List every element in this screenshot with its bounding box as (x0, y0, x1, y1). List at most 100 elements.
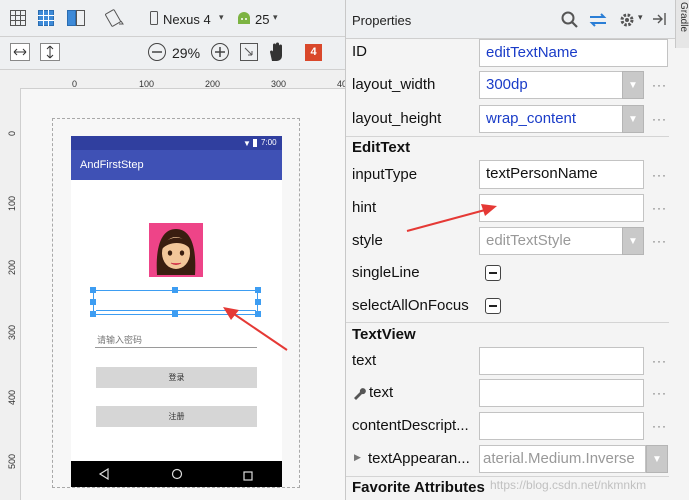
prop-label-text: text (352, 352, 377, 369)
avatar-image[interactable] (149, 223, 203, 277)
design-view-icon[interactable] (10, 10, 26, 26)
panel-title: Properties (352, 13, 412, 28)
orientation-icon[interactable] (103, 9, 125, 27)
gradle-side-tab[interactable]: Gradle (675, 0, 689, 48)
ruler-label: 300 (7, 324, 17, 340)
resize-handle[interactable] (90, 311, 96, 317)
select-all-checkbox[interactable] (485, 298, 501, 314)
style-select[interactable]: editTextStyle (479, 227, 623, 255)
swap-view-icon[interactable] (588, 11, 608, 29)
status-time: 7:00 (261, 138, 277, 147)
chevron-down-icon: ▼ (628, 80, 638, 91)
search-icon[interactable] (561, 11, 579, 29)
zoom-in-icon[interactable] (210, 42, 230, 62)
divider (346, 476, 669, 477)
pan-hand-icon[interactable] (268, 41, 286, 63)
style-dropdown[interactable]: ▼ (622, 227, 644, 255)
input-type-field[interactable]: textPersonName (479, 160, 644, 189)
expand-horizontal-icon[interactable] (10, 43, 30, 61)
chevron-down-icon: ▼ (628, 236, 638, 247)
battery-icon (253, 139, 257, 147)
chevron-down-icon: ▾ (638, 12, 643, 22)
api-level-selector[interactable]: 25 (255, 12, 269, 27)
prop-label-style: style (352, 232, 383, 249)
zoom-toolbar: 29% 4 (0, 37, 345, 70)
resize-handle[interactable] (172, 287, 178, 293)
hint-input[interactable] (479, 194, 644, 222)
prop-label-single-line: singleLine (352, 264, 420, 281)
ruler-label: 100 (7, 195, 17, 211)
resize-handle[interactable] (90, 287, 96, 293)
designer-toolbar: Nexus 4 ▾ 25 ▾ (0, 0, 345, 37)
id-input[interactable]: editTextName (479, 39, 668, 67)
wifi-icon: ▼ (243, 139, 251, 148)
device-selector[interactable]: Nexus 4 (163, 12, 211, 27)
zoom-level: 29% (172, 45, 201, 61)
hide-panel-icon[interactable] (652, 11, 668, 27)
wrench-icon (352, 386, 366, 400)
more-content-description[interactable]: ··· (652, 419, 667, 433)
section-favorite-attributes[interactable]: Favorite Attributes (352, 479, 485, 496)
warnings-badge[interactable]: 4 (305, 44, 322, 61)
text-appearance-select[interactable]: aterial.Medium.Inverse (479, 445, 646, 473)
section-edittext[interactable]: EditText (352, 139, 410, 156)
annotation-arrow-icon (406, 204, 497, 232)
split-view-icon[interactable] (67, 10, 85, 26)
prop-label-hint: hint (352, 199, 377, 216)
ruler-top: 0 100 200 300 400 (0, 70, 352, 89)
resize-handle[interactable] (255, 287, 261, 293)
expand-triangle-icon[interactable]: ▶ (354, 452, 361, 463)
prop-label-content-description: contentDescript... (352, 417, 469, 434)
more-input-type[interactable]: ··· (652, 168, 667, 182)
single-line-checkbox[interactable] (485, 265, 501, 281)
layout-width-select[interactable]: 300dp (479, 71, 623, 99)
more-layout-width[interactable]: ··· (652, 78, 667, 92)
divider (346, 322, 669, 323)
home-icon[interactable] (171, 467, 183, 480)
password-hint: 请输入密码 (97, 335, 143, 345)
layout-width-dropdown[interactable]: ▼ (622, 71, 644, 99)
ruler-label: 400 (7, 389, 17, 405)
resize-handle[interactable] (90, 299, 96, 305)
recents-icon[interactable] (243, 468, 253, 481)
more-layout-height[interactable]: ··· (652, 112, 667, 126)
gear-icon[interactable] (619, 11, 637, 29)
girl-face-icon (156, 229, 196, 275)
blueprint-view-icon[interactable] (38, 10, 54, 26)
resize-handle[interactable] (172, 311, 178, 317)
section-textview[interactable]: TextView (352, 326, 416, 343)
navigation-bar (71, 461, 282, 487)
status-bar: ▼ 7:00 (71, 136, 282, 150)
content-description-input[interactable] (479, 412, 644, 440)
prop-label-input-type: inputType (352, 166, 418, 183)
layout-height-dropdown[interactable]: ▼ (622, 105, 644, 133)
register-button[interactable]: 注册 (96, 406, 257, 427)
prop-label-id: ID (352, 43, 367, 60)
text-input[interactable] (479, 347, 644, 375)
ruler-left: 0 100 200 300 400 500 (0, 88, 21, 500)
back-icon[interactable] (98, 467, 110, 481)
more-hint[interactable]: ··· (652, 201, 667, 215)
chevron-down-icon: ▾ (273, 12, 278, 22)
tools-text-input[interactable] (479, 379, 644, 407)
ruler-label: 300 (271, 79, 287, 89)
zoom-to-fit-icon[interactable] (240, 43, 258, 61)
divider (346, 136, 669, 137)
ruler-label: 500 (7, 453, 17, 469)
more-text[interactable]: ··· (652, 354, 667, 368)
gradle-tab-label: Gradle (678, 2, 689, 33)
ruler-label: 100 (139, 79, 155, 89)
ruler-label: 0 (7, 130, 17, 136)
phone-icon (150, 11, 158, 25)
prop-label-layout-height: layout_height (352, 110, 442, 127)
text-appearance-dropdown[interactable]: ▼ (646, 445, 668, 473)
chevron-down-icon: ▼ (652, 454, 662, 465)
more-style[interactable]: ··· (652, 234, 667, 248)
chevron-down-icon: ▼ (628, 114, 638, 125)
expand-vertical-icon[interactable] (40, 43, 60, 61)
login-button[interactable]: 登录 (96, 367, 257, 388)
properties-header: Properties ▾ (346, 0, 689, 39)
more-tools-text[interactable]: ··· (652, 386, 667, 400)
zoom-out-icon[interactable] (147, 42, 167, 62)
layout-height-select[interactable]: wrap_content (479, 105, 623, 133)
